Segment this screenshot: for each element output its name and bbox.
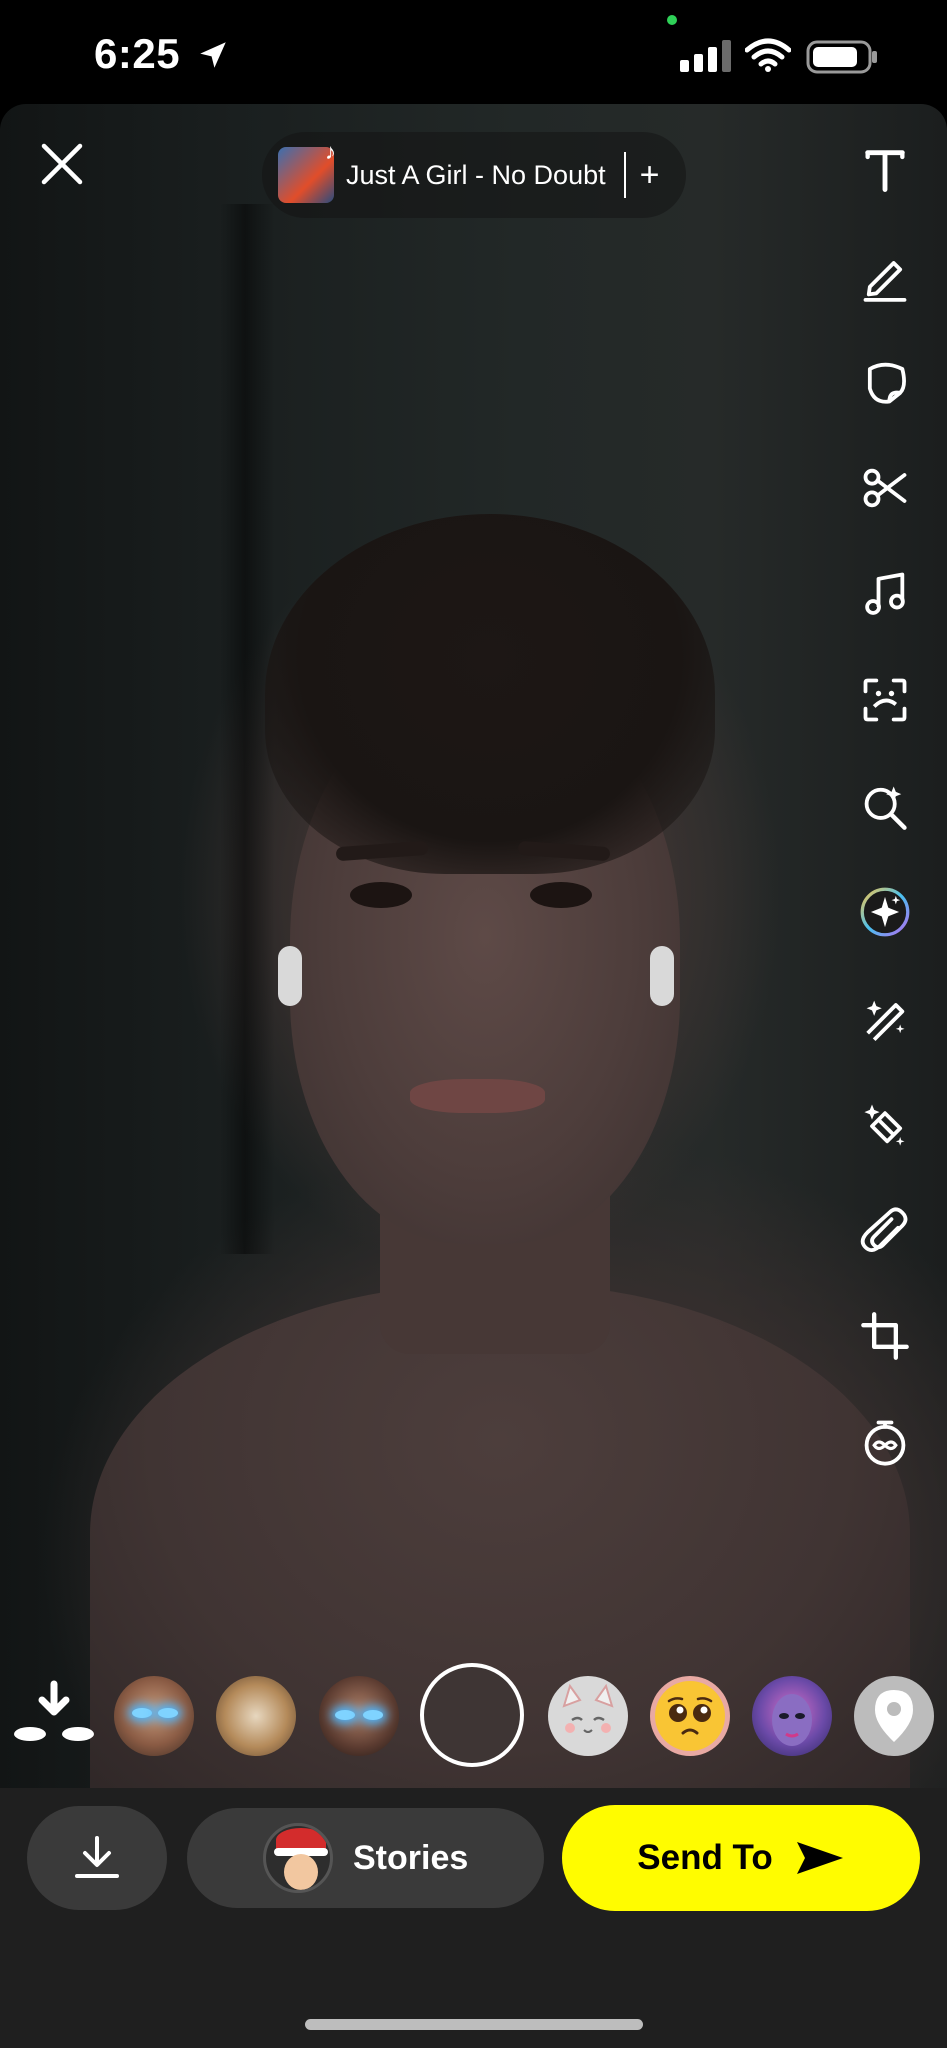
ai-sparkle-icon[interactable]	[855, 882, 915, 942]
glowing-eyes-lens-2[interactable]	[319, 1676, 399, 1756]
music-note-badge-icon: ♪	[325, 139, 336, 164]
glowing-eyes-lens-1[interactable]	[114, 1676, 194, 1756]
text-icon[interactable]	[855, 140, 915, 200]
search-sparkle-icon[interactable]	[855, 776, 915, 836]
right-eye	[530, 882, 592, 908]
glow-eye-left	[335, 1710, 355, 1720]
cellular-signal-icon	[680, 40, 731, 72]
download-button[interactable]	[27, 1806, 167, 1910]
music-note-icon[interactable]	[855, 564, 915, 624]
subject-hair	[265, 514, 715, 874]
wifi-icon	[745, 38, 791, 72]
mermaid-makeup-lens[interactable]	[752, 1676, 832, 1756]
crop-icon[interactable]	[855, 1306, 915, 1366]
paperclip-icon[interactable]	[855, 1200, 915, 1260]
left-earbud	[278, 946, 302, 1006]
glow-eye-right	[363, 1710, 383, 1720]
send-to-label: Send To	[637, 1838, 773, 1877]
subject-lips	[410, 1079, 545, 1113]
glow-eye-left	[132, 1708, 152, 1718]
send-arrow-icon	[796, 1842, 843, 1874]
pleading-face-icon	[655, 1681, 725, 1751]
magic-wand-icon[interactable]	[855, 988, 915, 1048]
scissors-icon[interactable]	[855, 458, 915, 518]
bitmoji-avatar	[263, 1823, 333, 1893]
pencil-icon[interactable]	[855, 246, 915, 306]
add-music-button[interactable]: +	[640, 158, 660, 192]
music-attachment-pill[interactable]: ♪ Just A Girl - No Doubt +	[262, 132, 686, 218]
eraser-icon[interactable]	[855, 1094, 915, 1154]
bottom-action-bar: Stories Send To	[0, 1788, 947, 2048]
face-morph-lens[interactable]	[216, 1676, 296, 1756]
cat-face-icon	[562, 1683, 614, 1733]
save-lens-icon[interactable]	[14, 1676, 94, 1756]
location-pin-icon	[875, 1690, 913, 1742]
location-arrow-icon	[200, 42, 226, 68]
right-earbud	[650, 946, 674, 1006]
download-icon	[75, 1836, 119, 1878]
glow-eye-right	[158, 1708, 178, 1718]
left-eye	[350, 882, 412, 908]
close-icon[interactable]	[38, 140, 86, 188]
home-indicator	[305, 2019, 643, 2030]
album-art: ♪	[278, 139, 336, 203]
cat-lens[interactable]	[548, 1676, 628, 1756]
stories-label: Stories	[353, 1838, 469, 1877]
pill-divider	[623, 152, 626, 198]
status-time: 6:25	[94, 30, 181, 77]
send-to-button[interactable]: Send To	[562, 1805, 920, 1911]
camera-preview[interactable]	[0, 104, 947, 1788]
battery-icon	[806, 40, 877, 74]
status-bar: 6:25	[0, 0, 947, 104]
location-lens[interactable]	[854, 1676, 934, 1756]
capture-button[interactable]	[420, 1663, 524, 1767]
stories-button[interactable]: Stories	[187, 1808, 544, 1908]
scan-frame-icon[interactable]	[855, 670, 915, 730]
camera-in-use-indicator	[667, 15, 677, 25]
song-title: Just A Girl - No Doubt	[346, 159, 606, 190]
sticker-icon[interactable]	[855, 352, 915, 412]
pleading-emoji-lens[interactable]	[650, 1676, 730, 1756]
timer-icon[interactable]	[855, 1412, 915, 1472]
